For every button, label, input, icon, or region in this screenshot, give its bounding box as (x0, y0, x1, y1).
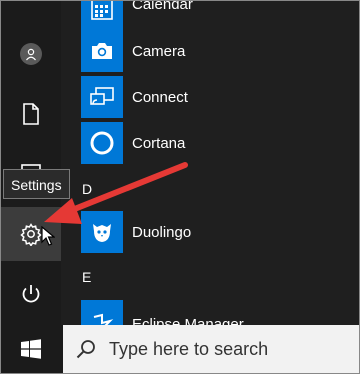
taskbar-search-box[interactable]: Type here to search (63, 325, 359, 373)
user-account-button[interactable] (1, 27, 61, 81)
app-label-cortana: Cortana (132, 134, 186, 152)
camera-icon (81, 30, 123, 72)
power-icon (22, 285, 40, 303)
calendar-icon (81, 1, 123, 30)
mouse-cursor-icon (41, 226, 55, 246)
app-label-connect: Connect (132, 88, 188, 106)
cortana-icon (81, 122, 123, 164)
windows-logo-icon (21, 339, 41, 359)
document-icon (23, 103, 39, 125)
app-label-calendar: Calendar (132, 0, 193, 13)
start-menu-rail (1, 1, 61, 325)
power-button[interactable] (1, 267, 61, 321)
section-header-e[interactable]: E (82, 269, 91, 285)
app-label-camera: Camera (132, 42, 186, 60)
settings-tooltip: Settings (3, 169, 70, 199)
search-icon (76, 340, 95, 359)
start-button[interactable] (1, 325, 61, 373)
app-label-duolingo: Duolingo (132, 223, 192, 241)
start-menu: Settings Calendar Camera Connect Cortana… (0, 0, 360, 374)
app-item-duolingo[interactable]: Duolingo (81, 208, 359, 256)
section-header-d[interactable]: D (82, 181, 92, 197)
app-item-connect[interactable]: Connect (81, 73, 359, 121)
gear-icon (20, 223, 42, 246)
app-item-cortana[interactable]: Cortana (81, 119, 359, 167)
search-placeholder: Type here to search (109, 338, 269, 359)
duolingo-icon (81, 211, 123, 253)
app-item-camera[interactable]: Camera (81, 27, 359, 75)
connect-icon (81, 76, 123, 118)
documents-button[interactable] (1, 87, 61, 141)
taskbar: Type here to search (1, 325, 359, 373)
user-icon (20, 43, 42, 65)
